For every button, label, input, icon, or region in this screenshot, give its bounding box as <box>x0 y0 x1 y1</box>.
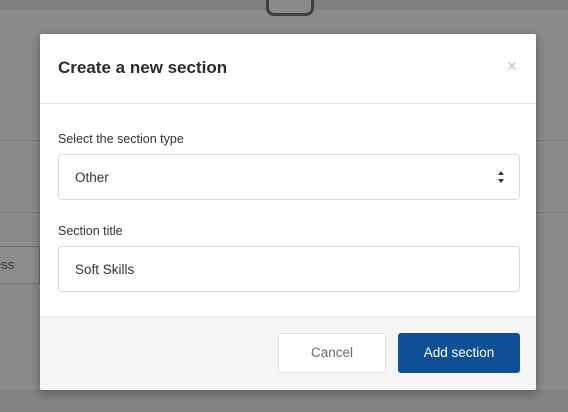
modal-header: Create a new section × <box>40 34 536 104</box>
section-type-selected-value: Other <box>75 170 109 185</box>
background-bottom-area <box>0 390 568 412</box>
close-button[interactable]: × <box>504 56 520 76</box>
section-title-input[interactable]: Soft Skills <box>58 246 520 292</box>
section-type-select[interactable]: Other <box>58 154 520 200</box>
section-title-label: Section title <box>58 224 123 238</box>
select-arrows-icon <box>498 171 504 183</box>
create-section-modal: Create a new section × Select the sectio… <box>40 34 536 390</box>
add-section-button[interactable]: Add section <box>398 333 520 373</box>
background-top-icon <box>266 0 314 16</box>
modal-footer: Cancel Add section <box>40 316 536 390</box>
modal-title: Create a new section <box>58 58 228 77</box>
close-icon: × <box>506 56 518 76</box>
section-type-label: Select the section type <box>58 132 184 146</box>
background-partial-text: ess <box>0 257 15 272</box>
section-title-value: Soft Skills <box>75 262 135 277</box>
cancel-button[interactable]: Cancel <box>278 333 386 373</box>
